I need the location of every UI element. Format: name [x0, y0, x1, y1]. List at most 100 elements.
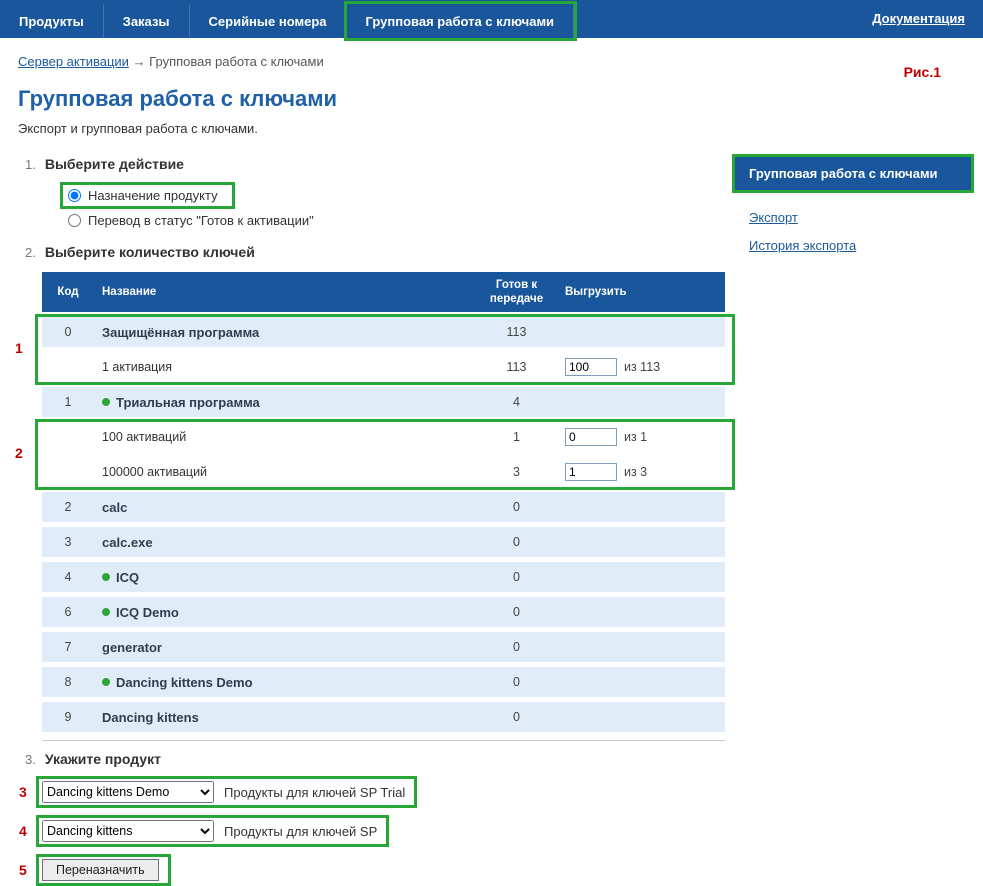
header-ready: Готов к передаче [474, 278, 559, 307]
sp-product-label: Продукты для ключей SP [224, 824, 377, 839]
cell-ready: 0 [474, 675, 559, 689]
tab-orders[interactable]: Заказы [104, 4, 190, 38]
table-row: 0 Защищённая программа 113 [42, 317, 725, 347]
cell-code: 7 [42, 640, 94, 654]
protected-product-icon [102, 398, 110, 406]
protected-product-icon [102, 608, 110, 616]
cell-code: 8 [42, 675, 94, 689]
cell-ready: 0 [474, 640, 559, 654]
annotation-box-3: Dancing kittens Demo Продукты для ключей… [36, 776, 417, 808]
option-assign-product-label: Назначение продукту [88, 188, 218, 203]
cell-ready: 3 [474, 465, 559, 479]
step2-title: Выберите количество ключей [45, 244, 255, 260]
annotation-number-3: 3 [19, 784, 27, 800]
quantity-of-label: из 113 [624, 360, 660, 374]
table-row: 100 активаций 1 из 1 [42, 422, 725, 452]
breadcrumb: Сервер активации → Групповая работа с кл… [18, 54, 983, 69]
breadcrumb-current: Групповая работа с ключами [149, 54, 324, 69]
radio-assign-product[interactable] [68, 189, 81, 202]
sp-product-row: 4 Dancing kittens Продукты для ключей SP [36, 815, 983, 847]
top-navigation: Продукты Заказы Серийные номера Группова… [0, 0, 983, 38]
table-row: 3 calc.exe 0 [42, 527, 725, 557]
product-name: calc [102, 500, 127, 515]
cell-ready: 1 [474, 430, 559, 444]
tab-group-key-work[interactable]: Групповая работа с ключами [347, 4, 575, 38]
table-row: 1 Триальная программа 4 [42, 387, 725, 417]
quantity-of-label: из 3 [624, 465, 647, 479]
annotation-number-2: 2 [15, 445, 23, 461]
step2-number: 2. [25, 245, 36, 260]
product-name: Dancing kittens [102, 710, 199, 725]
cell-code: 4 [42, 570, 94, 584]
annotation-number-5: 5 [19, 862, 27, 878]
cell-ready: 0 [474, 535, 559, 549]
table-row: 100000 активаций 3 из 3 [42, 457, 725, 487]
sp-product-select[interactable]: Dancing kittens [42, 820, 214, 842]
product-name: calc.exe [102, 535, 153, 550]
table-row: 1 активация 113 из 113 [42, 352, 725, 382]
reassign-row: 5 Переназначить [36, 854, 983, 886]
sidebar-item-group-key-work[interactable]: Групповая работа с ключами [735, 157, 971, 190]
annotation-box-5: Переназначить [36, 854, 171, 886]
product-name: Защищённая программа [102, 325, 259, 340]
page-subtitle: Экспорт и групповая работа с ключами. [18, 121, 983, 136]
table-row: 4 ICQ 0 [42, 562, 725, 592]
license-name: 100 активаций [102, 430, 186, 444]
table-row: 2 calc 0 [42, 492, 725, 522]
reassign-button[interactable]: Переназначить [42, 859, 159, 881]
sidebar: Групповая работа с ключами Экспорт Истор… [735, 157, 971, 266]
quantity-input[interactable] [565, 428, 617, 446]
radio-ready-status[interactable] [68, 214, 81, 227]
documentation-link-wrap: Документация [872, 10, 983, 28]
step3-number: 3. [25, 752, 36, 767]
documentation-link[interactable]: Документация [872, 11, 965, 26]
cell-ready: 113 [474, 360, 559, 374]
breadcrumb-home-link[interactable]: Сервер активации [18, 54, 129, 69]
cell-ready: 113 [474, 325, 559, 339]
cell-ready: 0 [474, 710, 559, 724]
annotation-number-1: 1 [15, 340, 23, 356]
annotation-number-4: 4 [19, 823, 27, 839]
step3-title: Укажите продукт [45, 751, 161, 767]
cell-ready: 0 [474, 570, 559, 584]
table-row: 6 ICQ Demo 0 [42, 597, 725, 627]
cell-ready: 0 [474, 500, 559, 514]
cell-code: 1 [42, 395, 94, 409]
product-name: Dancing kittens Demo [116, 675, 253, 690]
table-row: 9 Dancing kittens 0 [42, 702, 725, 732]
trial-product-row: 3 Dancing kittens Demo Продукты для ключ… [36, 776, 983, 808]
product-name: ICQ Demo [116, 605, 179, 620]
step3-heading: 3. Укажите продукт [25, 751, 983, 769]
table-bottom-line [42, 740, 725, 741]
sidebar-item-export[interactable]: Экспорт [749, 210, 971, 225]
cell-code: 9 [42, 710, 94, 724]
product-name: generator [102, 640, 162, 655]
cell-ready: 4 [474, 395, 559, 409]
keys-table: Код Название Готов к передаче Выгрузить … [42, 272, 725, 741]
cell-ready: 0 [474, 605, 559, 619]
license-name: 100000 активаций [102, 465, 207, 479]
option-assign-product[interactable]: Назначение продукту [68, 188, 218, 203]
cell-code: 0 [42, 325, 94, 339]
product-name: Триальная программа [116, 395, 260, 410]
cell-code: 3 [42, 535, 94, 549]
cell-code: 6 [42, 605, 94, 619]
quantity-of-label: из 1 [624, 430, 647, 444]
table-row: 7 generator 0 [42, 632, 725, 662]
step1-title: Выберите действие [45, 156, 184, 172]
step1-number: 1. [25, 157, 36, 172]
sidebar-links: Экспорт История экспорта [749, 210, 971, 253]
tab-serial-numbers[interactable]: Серийные номера [190, 4, 347, 38]
quantity-input[interactable] [565, 463, 617, 481]
header-unload: Выгрузить [559, 286, 725, 298]
breadcrumb-separator: → [133, 54, 146, 69]
protected-product-icon [102, 678, 110, 686]
tab-products[interactable]: Продукты [0, 4, 104, 38]
sidebar-item-export-history[interactable]: История экспорта [749, 238, 971, 253]
page-title: Групповая работа с ключами [18, 86, 983, 112]
quantity-input[interactable] [565, 358, 617, 376]
trial-product-select[interactable]: Dancing kittens Demo [42, 781, 214, 803]
figure-label: Рис.1 [904, 64, 941, 80]
license-name: 1 активация [102, 360, 172, 374]
protected-product-icon [102, 573, 110, 581]
